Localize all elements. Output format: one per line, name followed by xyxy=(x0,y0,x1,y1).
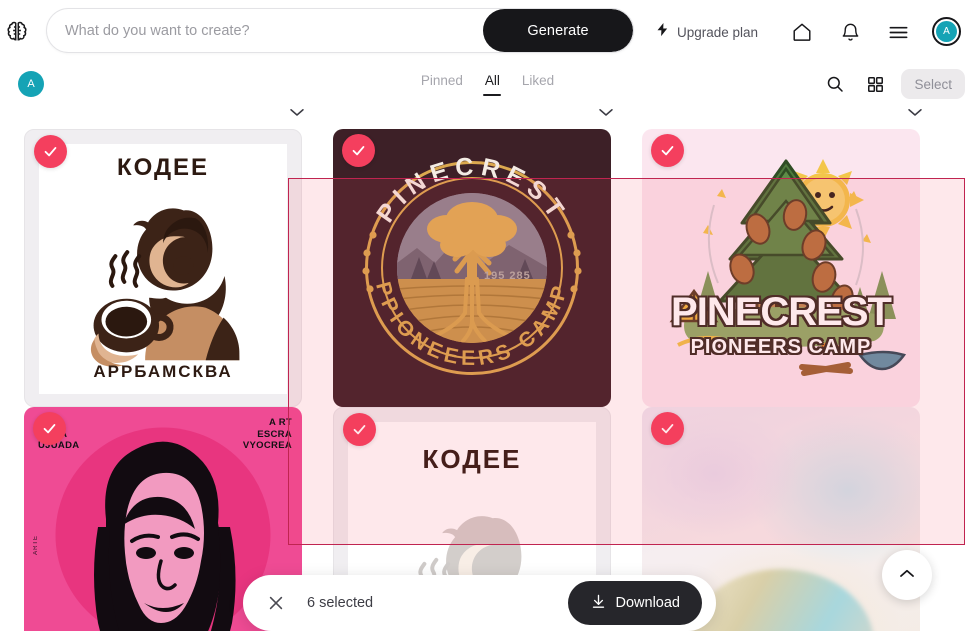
lightning-bolt-icon xyxy=(655,21,670,43)
artwork-text-bottom: АРРБАМСКВА xyxy=(93,362,233,381)
upgrade-plan-label: Upgrade plan xyxy=(677,24,759,40)
gallery-card[interactable]: 195 285 PINECREST PPIONEEERS CAMP xyxy=(333,129,642,442)
chevron-down-icon[interactable] xyxy=(597,105,615,119)
tab-all[interactable]: All xyxy=(485,73,500,96)
chevron-down-icon[interactable] xyxy=(288,105,306,119)
poster-text-right: A RT ESCRA VYOCREA xyxy=(242,417,292,452)
download-icon xyxy=(590,593,607,614)
gallery-card[interactable]: КОДЕЕ xyxy=(24,129,333,442)
gallery-card[interactable]: PINECREST PIONEERS CAMP xyxy=(642,129,951,442)
check-icon[interactable] xyxy=(34,135,67,168)
poster-text-side: ARTE xyxy=(33,535,39,555)
tab-liked[interactable]: Liked xyxy=(522,73,554,96)
prompt-input[interactable] xyxy=(47,9,483,52)
tab-pinned[interactable]: Pinned xyxy=(421,73,463,96)
check-icon[interactable] xyxy=(33,412,66,445)
tab-row: A Pinned All Liked Select xyxy=(0,61,975,106)
check-icon[interactable] xyxy=(343,413,376,446)
download-label: Download xyxy=(615,595,681,611)
scroll-to-top-button[interactable] xyxy=(882,550,932,600)
brain-logo-icon[interactable] xyxy=(2,17,32,47)
chevron-down-icon[interactable] xyxy=(906,105,924,119)
artwork-title: PINECREST xyxy=(671,290,892,334)
check-icon[interactable] xyxy=(651,134,684,167)
artwork-subtitle: PIONEERS CAMP xyxy=(690,336,872,358)
badge-arc-text: PINECREST PPIONEEERS CAMP xyxy=(362,153,582,370)
generate-button[interactable]: Generate xyxy=(483,9,633,52)
bell-icon[interactable] xyxy=(836,18,864,46)
artwork-pinecrest-pioneers-camp: PINECREST PIONEERS CAMP xyxy=(642,129,920,407)
grid-view-icon[interactable] xyxy=(861,70,889,98)
hamburger-menu-icon[interactable] xyxy=(884,18,912,46)
gallery-controls: Select xyxy=(821,69,965,99)
artwork-coffee-beard-logo: КОДЕЕ АРРБАМСКВА xyxy=(39,144,287,394)
card-thumbnail[interactable]: 195 285 PINECREST PPIONEEERS CAMP xyxy=(333,129,611,407)
chevron-up-icon xyxy=(898,566,916,584)
svg-text:PINECREST: PINECREST xyxy=(371,153,573,228)
gallery-grid: КОДЕЕ АРРБАМСКВА 195 285 PINECREST PPION… xyxy=(0,129,975,631)
card-thumbnail[interactable]: PINECREST PIONEERS CAMP xyxy=(642,129,920,407)
upgrade-plan-button[interactable]: Upgrade plan xyxy=(655,21,758,43)
selection-action-bar: 6 selected Download xyxy=(243,575,716,631)
download-button[interactable]: Download xyxy=(567,581,702,625)
gallery: КОДЕЕ АРРБАМСКВА 195 285 PINECREST PPION… xyxy=(0,95,975,631)
check-icon[interactable] xyxy=(651,412,684,445)
select-button[interactable]: Select xyxy=(901,69,965,99)
card-thumbnail[interactable]: КОДЕЕ xyxy=(24,129,302,407)
selected-count-label: 6 selected xyxy=(307,595,374,611)
avatar[interactable]: A xyxy=(932,17,961,46)
prompt-bar: Generate xyxy=(46,8,634,53)
svg-text:PPIONEEERS CAMP: PPIONEEERS CAMP xyxy=(371,279,573,370)
close-icon[interactable] xyxy=(261,588,291,618)
app-root: Generate Upgrade plan xyxy=(0,0,975,631)
top-bar: Generate Upgrade plan xyxy=(0,0,975,61)
home-icon[interactable] xyxy=(788,18,816,46)
search-icon[interactable] xyxy=(821,70,849,98)
avatar-initial: A xyxy=(936,21,957,42)
check-icon[interactable] xyxy=(342,134,375,167)
artwork-pinecrest-badge: 195 285 PINECREST PPIONEEERS CAMP xyxy=(333,129,611,407)
